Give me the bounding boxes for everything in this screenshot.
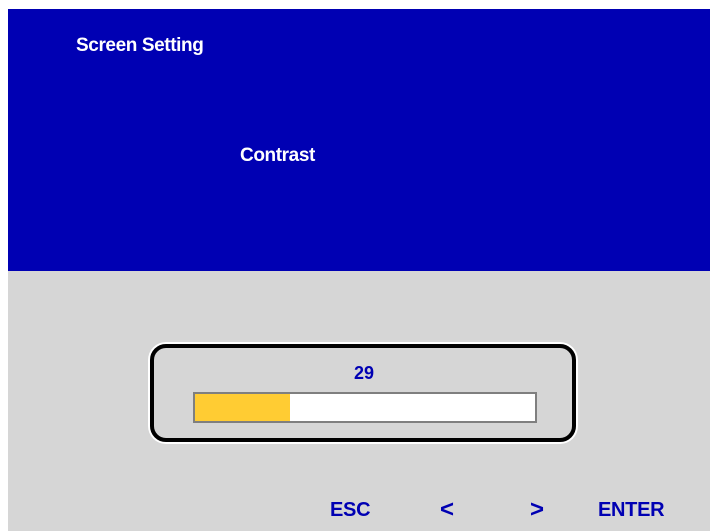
contrast-value: 29	[353, 363, 375, 383]
increase-button[interactable]: >	[530, 496, 544, 524]
esc-button[interactable]: ESC	[330, 499, 371, 522]
contrast-slider[interactable]	[193, 392, 537, 423]
menu-title: Screen Setting	[76, 35, 204, 56]
decrease-button[interactable]: <	[440, 496, 454, 524]
osd-header: Screen Setting Contrast	[8, 9, 710, 271]
contrast-slider-fill	[195, 394, 291, 421]
enter-button[interactable]: ENTER	[598, 499, 665, 522]
contrast-slider-panel: 29	[150, 344, 576, 442]
setting-title: Contrast	[240, 145, 315, 166]
osd-window: Screen Setting Contrast 29 ESC < > ENTER	[8, 9, 710, 531]
